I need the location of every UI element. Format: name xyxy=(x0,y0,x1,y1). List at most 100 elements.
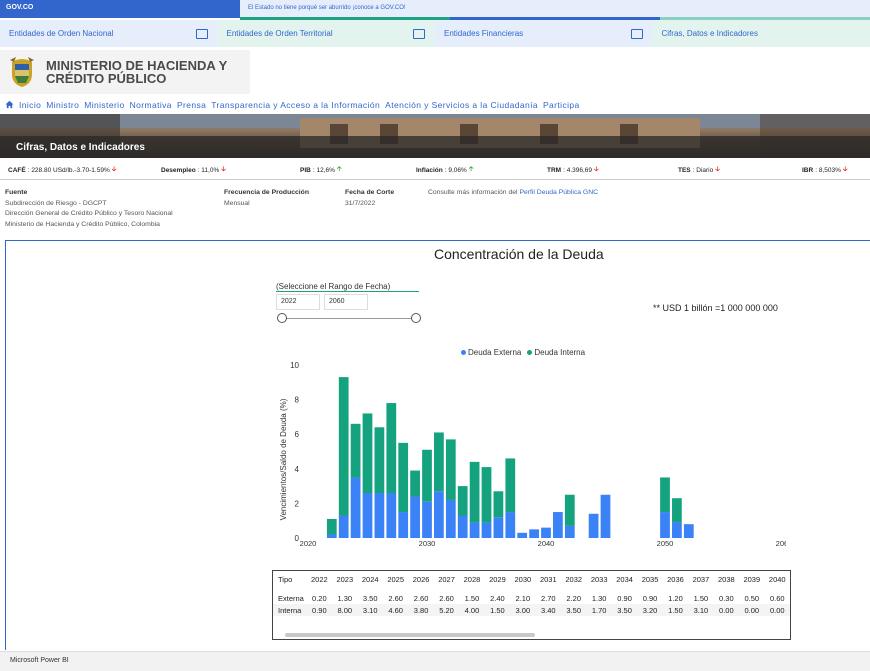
table-header-cell[interactable]: Tipo xyxy=(273,571,307,588)
ticker-tes-label: TES xyxy=(678,167,691,174)
ticker-cafe[interactable]: CAFÉ: 228.80 USd/lb.-3.70-1.59% 🡣 xyxy=(8,165,116,176)
ticker-ibr-value: : 8,503% xyxy=(815,167,841,174)
home-icon[interactable] xyxy=(5,100,14,111)
ticker-tes-value: : Diario xyxy=(692,167,714,174)
table-header-cell[interactable]: 2036 xyxy=(663,571,688,588)
table-header-cell[interactable]: 2022 xyxy=(307,571,332,588)
table-cell: 1.50 xyxy=(490,605,505,615)
entity-nacional-label: Entidades de Orden Nacional xyxy=(9,29,114,38)
table-header-cell[interactable]: 2033 xyxy=(586,571,611,588)
table-header-cell[interactable]: 2039 xyxy=(739,571,764,588)
ministry-logo[interactable]: MINISTERIO DE HACIENDA Y CRÉDITO PÚBLICO xyxy=(0,50,250,94)
table-header-cell[interactable]: 2030 xyxy=(510,571,535,588)
bar-externa xyxy=(481,522,492,538)
entity-nacional[interactable]: Entidades de Orden Nacional xyxy=(0,20,218,47)
date-slider-track[interactable] xyxy=(282,318,416,319)
ticker-ibr[interactable]: IBR: 8,503% 🡣 xyxy=(802,165,848,176)
perfil-deuda-link[interactable]: Perfil Deuda Pública GNC xyxy=(519,189,598,196)
date-from-input[interactable]: 2022 xyxy=(276,294,320,310)
powerbi-footer[interactable]: Microsoft Power BI xyxy=(0,651,870,671)
powerbi-report: Concentración de la Deuda (Seleccione el… xyxy=(5,240,870,650)
chart-legend: Deuda Externa Deuda Interna xyxy=(461,348,585,357)
date-slider-start-handle[interactable] xyxy=(277,313,287,323)
bar-externa xyxy=(683,524,694,538)
building-icon xyxy=(195,28,208,39)
y-tick-label: 8 xyxy=(295,396,300,405)
date-to-input[interactable]: 2060 xyxy=(324,294,368,310)
bar-externa xyxy=(362,493,373,538)
ticker-desempleo[interactable]: Desempleo: 11,0% 🡣 xyxy=(161,165,226,176)
ticker-desempleo-label: Desempleo xyxy=(161,167,196,174)
nav-ministerio[interactable]: Ministerio xyxy=(84,100,124,111)
govco-logo[interactable]: GOV.CO xyxy=(0,0,240,18)
nav-atencion[interactable]: Atención y Servicios a la Ciudadanía xyxy=(385,100,538,111)
table-cell: 0.60 xyxy=(769,593,785,603)
table-header-cell[interactable]: 2037 xyxy=(688,571,713,588)
legend-interna[interactable]: Deuda Interna xyxy=(527,348,585,357)
bar-interna xyxy=(362,413,373,494)
nav-participa[interactable]: Participa xyxy=(543,100,580,111)
data-table[interactable]: Tipo 2022 2023 2024 2025 2026 2027 2028 2029 2030… xyxy=(272,570,791,640)
table-header-cell[interactable]: 2026 xyxy=(408,571,433,588)
y-tick-label: 10 xyxy=(290,361,299,370)
bar-externa xyxy=(588,513,599,538)
ticker-pib-value: : 12,6% xyxy=(312,167,335,174)
table-cell: 0.90 xyxy=(617,593,632,603)
table-cell: 2.60 xyxy=(413,593,429,603)
table-header-cell[interactable]: 2040 xyxy=(765,571,791,588)
bar-interna xyxy=(350,423,361,478)
table-header-cell[interactable]: 2028 xyxy=(459,571,484,588)
entity-territorial[interactable]: Entidades de Orden Territorial xyxy=(217,20,435,47)
ticker-inflacion[interactable]: Inflación: 9,06% 🡡 xyxy=(416,165,473,176)
banner-title: Cifras, Datos e Indicadores xyxy=(16,142,145,153)
bar-externa xyxy=(445,499,456,538)
table-cell: 3.50 xyxy=(566,605,582,615)
govco-message[interactable]: El Estado no tiene porqué ser aburrido ¡… xyxy=(240,0,870,18)
meta-fuente-line3: Ministerio de Hacienda y Crédito Público… xyxy=(5,220,160,228)
bar-interna xyxy=(386,403,397,494)
nav-normativa[interactable]: Normativa xyxy=(130,100,172,111)
x-tick-label: 2030 xyxy=(419,539,436,548)
ticker-pib[interactable]: PIB: 12,6% 🡡 xyxy=(300,165,342,176)
table-cell: 4.00 xyxy=(464,605,480,615)
meta-fecha-heading: Fecha de Corte xyxy=(345,189,395,196)
table-horizontal-scrollbar[interactable] xyxy=(285,633,535,637)
bar-interna xyxy=(434,432,444,492)
table-cell: 0.00 xyxy=(744,605,760,615)
table-cell: 2.70 xyxy=(540,593,556,603)
table-header-cell[interactable]: 2027 xyxy=(434,571,459,588)
table-header-cell[interactable]: 2023 xyxy=(332,571,357,588)
bar-interna xyxy=(410,470,420,497)
table-cell: 0.90 xyxy=(312,605,327,615)
table-row[interactable]: Externa 0.20 1.30 3.50 2.60 2.60 2.60 1.50 2.40 2… xyxy=(273,592,790,604)
entity-cifras[interactable]: Cifras, Datos e Indicadores xyxy=(652,20,870,47)
table-row[interactable]: Interna 0.90 8.00 3.10 4.60 3.80 5.20 4.00 1.50 3… xyxy=(273,604,790,616)
legend-externa[interactable]: Deuda Externa xyxy=(461,348,521,357)
table-header-cell[interactable]: 2029 xyxy=(485,571,510,588)
ticker-trm[interactable]: TRM: 4.396,69 🡣 xyxy=(547,165,599,176)
table-header-cell[interactable]: 2024 xyxy=(358,571,383,588)
table-header-cell[interactable]: 2025 xyxy=(383,571,408,588)
table-cell: 2.10 xyxy=(515,593,531,603)
debt-bar-chart[interactable]: 024681020202030204020502060Vencimientos/… xyxy=(266,359,786,559)
meta-fuente: Fuente Subdirección de Riesgo - DGCPT Di… xyxy=(5,188,173,230)
table-header-cell[interactable]: 2032 xyxy=(561,571,586,588)
table-header-cell[interactable]: 2031 xyxy=(536,571,561,588)
table-header-cell[interactable]: 2034 xyxy=(612,571,637,588)
nav-ministro[interactable]: Ministro xyxy=(46,100,79,111)
entity-financieras[interactable]: Entidades Financieras xyxy=(435,20,653,47)
ticker-trm-value: : 4.396,69 xyxy=(563,167,593,174)
table-cell: 1.30 xyxy=(337,593,353,603)
table-cell: 0.90 xyxy=(642,593,658,603)
table-cell: 1.20 xyxy=(668,593,683,603)
nav-prensa[interactable]: Prensa xyxy=(177,100,206,111)
table-header-cell[interactable]: 2035 xyxy=(637,571,662,588)
table-header-cell[interactable]: 2038 xyxy=(714,571,739,588)
ticker-tes[interactable]: TES: Diario 🡣 xyxy=(678,165,720,176)
nav-inicio[interactable]: Inicio xyxy=(19,100,41,111)
table-cell: Interna xyxy=(278,605,302,615)
bar-externa xyxy=(350,477,361,538)
date-slider-end-handle[interactable] xyxy=(411,313,421,323)
bar-externa xyxy=(374,493,385,538)
nav-transparencia[interactable]: Transparencia y Acceso a la Información xyxy=(211,100,380,111)
